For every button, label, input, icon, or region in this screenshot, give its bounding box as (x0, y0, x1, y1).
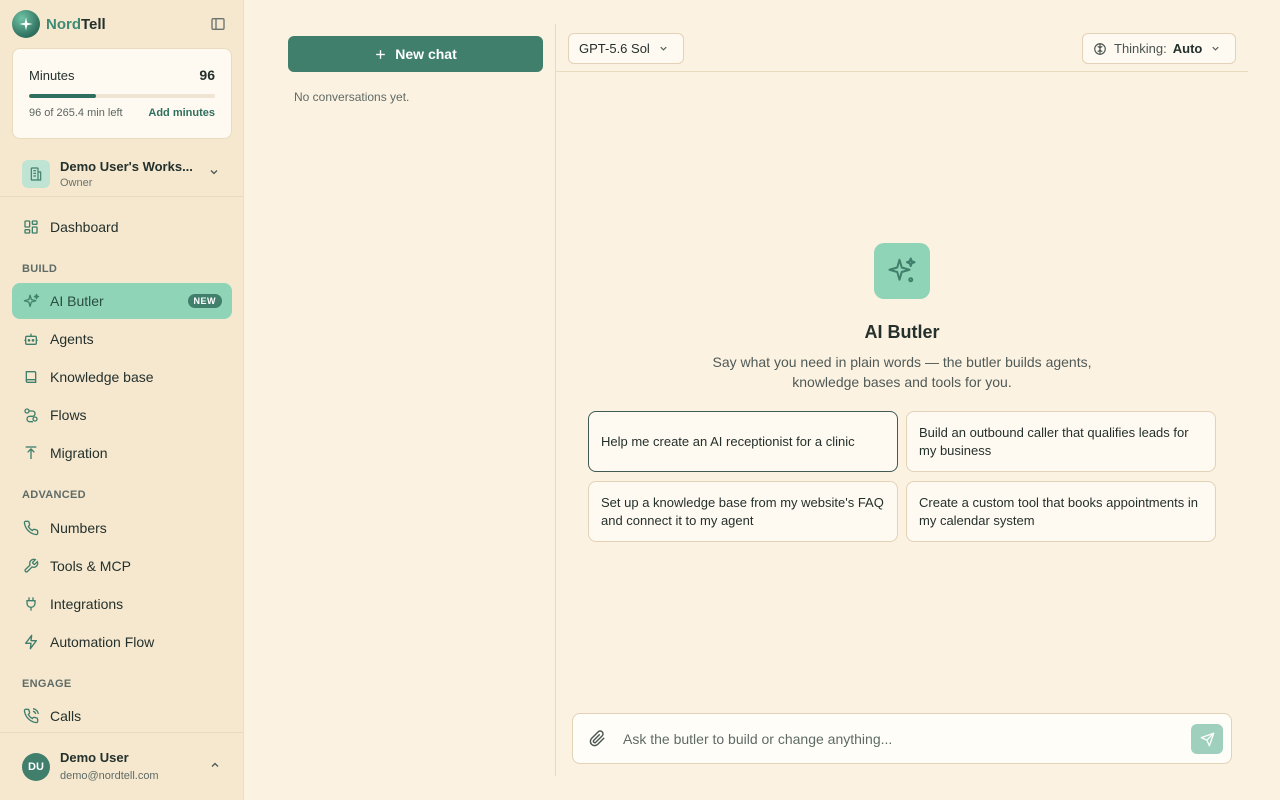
nav-label: Integrations (50, 596, 124, 612)
minutes-card: Minutes 96 96 of 265.4 min left Add minu… (12, 48, 232, 139)
paperclip-icon[interactable] (589, 730, 607, 748)
wrench-icon (22, 557, 40, 575)
thinking-label: Thinking: (1114, 41, 1167, 56)
suggestion-card[interactable]: Create a custom tool that books appointm… (906, 481, 1216, 542)
nordtell-logo-icon (12, 10, 40, 38)
minutes-title: Minutes (29, 68, 75, 83)
sidebar-toggle-icon[interactable] (208, 14, 228, 34)
nav-section-build: BUILD (22, 263, 58, 275)
nav-item-calls[interactable]: Calls (12, 698, 232, 734)
sparkles-icon (874, 243, 930, 299)
add-minutes-link[interactable]: Add minutes (148, 107, 215, 119)
minutes-left-text: 96 of 265.4 min left (29, 107, 123, 119)
user-name: Demo User (60, 750, 129, 765)
nav-label: Agents (50, 331, 94, 347)
phone-call-icon (22, 707, 40, 725)
sidebar: NordTell Minutes 96 96 of 265.4 min left… (0, 0, 244, 800)
avatar: DU (22, 753, 50, 781)
nav-item-integrations[interactable]: Integrations (12, 586, 232, 622)
conversations-panel: New chat No conversations yet. (244, 24, 556, 776)
new-chat-button[interactable]: New chat (288, 36, 543, 72)
nav-label: Dashboard (50, 219, 119, 235)
nav-item-migration[interactable]: Migration (12, 435, 232, 471)
nav-item-dashboard[interactable]: Dashboard (12, 209, 232, 245)
chat-topbar: GPT-5.6 Sol Thinking: Auto (556, 24, 1248, 72)
model-select[interactable]: GPT-5.6 Sol (568, 33, 684, 64)
nav-item-ai-butler[interactable]: AI Butler NEW (12, 283, 232, 319)
nav-label: Migration (50, 445, 108, 461)
hero-subtitle: Say what you need in plain words — the b… (712, 354, 1092, 390)
suggestion-card[interactable]: Build an outbound caller that qualifies … (906, 411, 1216, 472)
nav-label: Calls (50, 708, 82, 724)
model-label: GPT-5.6 Sol (579, 41, 650, 56)
thinking-select[interactable]: Thinking: Auto (1082, 33, 1236, 64)
building-icon (22, 160, 50, 188)
send-button[interactable] (1191, 724, 1223, 754)
dashboard-icon (22, 218, 40, 236)
phone-icon (22, 519, 40, 537)
suggestion-card[interactable]: Set up a knowledge base from my website'… (588, 481, 898, 542)
nav-section-engage: ENGAGE (22, 678, 72, 690)
nav-item-agents[interactable]: Agents (12, 321, 232, 357)
nav-label: Automation Flow (50, 634, 155, 650)
route-icon (22, 406, 40, 424)
nav-label: Numbers (50, 520, 107, 536)
nav-section-advanced: ADVANCED (22, 489, 86, 501)
nav-label: Knowledge base (50, 369, 154, 385)
nav-item-tools-mcp[interactable]: Tools & MCP (12, 548, 232, 584)
chevron-up-icon (209, 759, 221, 771)
nav-item-flows[interactable]: Flows (12, 397, 232, 433)
nav-item-automation-flow[interactable]: Automation Flow (12, 624, 232, 660)
new-chat-label: New chat (395, 46, 457, 62)
sparkles-icon (22, 292, 40, 310)
empty-conversations-text: No conversations yet. (294, 90, 410, 104)
brand[interactable]: NordTell (12, 10, 106, 38)
user-email: demo@nordtell.com (60, 770, 159, 782)
minutes-value: 96 (199, 67, 215, 83)
workspace-role: Owner (60, 177, 93, 189)
chevron-down-icon (658, 43, 669, 54)
brand-name: NordTell (46, 15, 106, 33)
minutes-progress-fill (29, 94, 97, 98)
upload-icon (22, 444, 40, 462)
brain-icon (1093, 42, 1107, 56)
bot-icon (22, 330, 40, 348)
chevron-down-icon (208, 166, 220, 178)
workspace-switcher[interactable]: Demo User's Works... Owner (12, 152, 232, 196)
book-icon (22, 368, 40, 386)
sidebar-divider (0, 196, 243, 197)
user-menu[interactable]: DU Demo User demo@nordtell.com (0, 732, 243, 800)
hero-title: AI Butler (864, 322, 940, 342)
nav-item-knowledge-base[interactable]: Knowledge base (12, 359, 232, 395)
suggestion-card[interactable]: Help me create an AI receptionist for a … (588, 411, 898, 472)
chat-main: GPT-5.6 Sol Thinking: Auto AI Butler Say… (556, 24, 1248, 776)
chat-input[interactable] (623, 724, 1178, 754)
minutes-progress-bar (29, 94, 215, 98)
plus-icon (374, 48, 387, 61)
nav-label: Tools & MCP (50, 558, 131, 574)
plug-icon (22, 595, 40, 613)
chat-composer (572, 713, 1232, 764)
thinking-value: Auto (1172, 41, 1203, 56)
nav-label: AI Butler (50, 293, 104, 309)
lightning-icon (22, 633, 40, 651)
chevron-down-icon (1210, 43, 1221, 54)
nav-item-numbers[interactable]: Numbers (12, 510, 232, 546)
new-badge: NEW (187, 294, 222, 308)
nav-label: Flows (50, 407, 87, 423)
workspace-name: Demo User's Works... (60, 159, 193, 174)
